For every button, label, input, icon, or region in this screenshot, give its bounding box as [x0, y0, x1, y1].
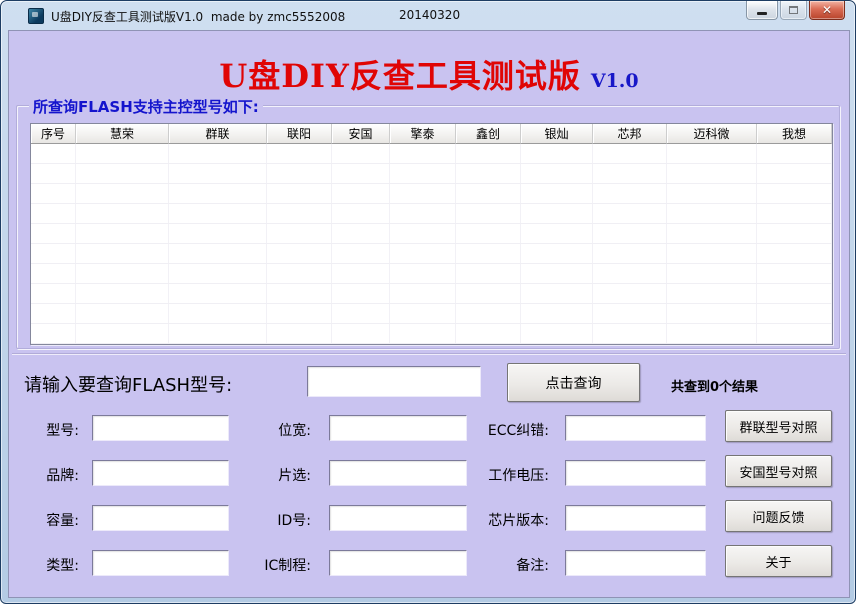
screenshot: U盘DIY反查工具测试版V1.0 made by zmc5552008 2014… — [0, 0, 856, 604]
alcor-compare-button[interactable]: 安国型号对照 — [725, 455, 832, 487]
client-area: U盘DIY反查工具测试版V1.0 所查询FLASH支持主控型号如下: 序号慧荣群… — [8, 30, 850, 598]
ic-process-label: IC制程: — [231, 550, 311, 575]
table-row — [31, 284, 832, 304]
minimize-icon — [757, 12, 767, 15]
ic-process-field[interactable] — [329, 550, 467, 576]
capacity-label: 容量: — [15, 505, 79, 530]
controller-table[interactable]: 序号慧荣群联联阳安国擎泰鑫创银灿芯邦迈科微我想 — [30, 123, 833, 345]
table-row — [31, 164, 832, 184]
remark-label: 备注: — [453, 550, 549, 575]
table-header: 序号慧荣群联联阳安国擎泰鑫创银灿芯邦迈科微我想 — [31, 124, 832, 144]
table-row — [31, 244, 832, 264]
remark-field[interactable] — [565, 550, 706, 576]
query-label: 请输入要查询FLASH型号: — [24, 371, 232, 397]
column-header[interactable]: 我想 — [757, 124, 832, 144]
section-divider — [12, 353, 846, 355]
bit-width-field[interactable] — [329, 415, 467, 441]
groupbox-label: 所查询FLASH支持主控型号如下: — [29, 96, 263, 117]
column-header[interactable]: 鑫创 — [456, 124, 521, 144]
app-window: U盘DIY反查工具测试版V1.0 made by zmc5552008 2014… — [0, 0, 856, 604]
chip-version-field[interactable] — [565, 505, 706, 531]
brand-field[interactable] — [92, 460, 229, 486]
type-field[interactable] — [92, 550, 229, 576]
table-row — [31, 144, 832, 164]
type-label: 类型: — [15, 550, 79, 575]
feedback-button[interactable]: 问题反馈 — [725, 500, 832, 532]
app-icon — [28, 8, 44, 24]
phison-compare-button[interactable]: 群联型号对照 — [725, 410, 832, 442]
brand-label: 品牌: — [15, 460, 79, 485]
chip-select-label: 片选: — [231, 460, 311, 485]
page-title: U盘DIY反查工具测试版 V1.0 — [9, 51, 849, 97]
column-header[interactable]: 安国 — [332, 124, 390, 144]
ecc-field[interactable] — [565, 415, 706, 441]
column-header[interactable]: 银灿 — [521, 124, 593, 144]
table-row — [31, 224, 832, 244]
about-button[interactable]: 关于 — [725, 545, 832, 577]
model-label: 型号: — [15, 415, 79, 440]
column-header[interactable]: 慧荣 — [76, 124, 169, 144]
search-button[interactable]: 点击查询 — [507, 363, 640, 402]
app-title-text: U盘DIY反查工具测试版 — [219, 57, 580, 95]
column-header[interactable]: 联阳 — [267, 124, 332, 144]
app-title-version: V1.0 — [591, 70, 639, 92]
chip-select-field[interactable] — [329, 460, 467, 486]
chip-version-label: 芯片版本: — [453, 505, 549, 530]
column-header[interactable]: 序号 — [31, 124, 76, 144]
voltage-label: 工作电压: — [453, 460, 549, 485]
maximize-button — [780, 1, 807, 20]
minimize-button[interactable] — [746, 1, 778, 20]
bit-width-label: 位宽: — [231, 415, 311, 440]
result-count-label: 共查到0个结果 — [671, 376, 758, 395]
ecc-label: ECC纠错: — [453, 415, 549, 440]
window-title-date: 20140320 — [399, 8, 460, 22]
column-header[interactable]: 群联 — [169, 124, 267, 144]
flash-model-search-input[interactable] — [307, 366, 481, 397]
column-header[interactable]: 擎泰 — [390, 124, 456, 144]
column-header[interactable]: 芯邦 — [593, 124, 667, 144]
caption-buttons: ✕ — [744, 1, 845, 20]
column-header[interactable]: 迈科微 — [667, 124, 757, 144]
capacity-field[interactable] — [92, 505, 229, 531]
id-number-label: ID号: — [231, 505, 311, 530]
model-field[interactable] — [92, 415, 229, 441]
table-row — [31, 304, 832, 324]
close-icon: ✕ — [822, 4, 832, 16]
table-row — [31, 204, 832, 224]
id-number-field[interactable] — [329, 505, 467, 531]
voltage-field[interactable] — [565, 460, 706, 486]
table-row — [31, 324, 832, 344]
window-title: U盘DIY反查工具测试版V1.0 made by zmc5552008 — [51, 8, 345, 25]
title-bar[interactable]: U盘DIY反查工具测试版V1.0 made by zmc5552008 2014… — [1, 1, 855, 30]
table-row — [31, 264, 832, 284]
maximize-icon — [789, 6, 798, 14]
table-body — [31, 144, 832, 344]
close-button[interactable]: ✕ — [809, 1, 845, 20]
table-row — [31, 184, 832, 204]
